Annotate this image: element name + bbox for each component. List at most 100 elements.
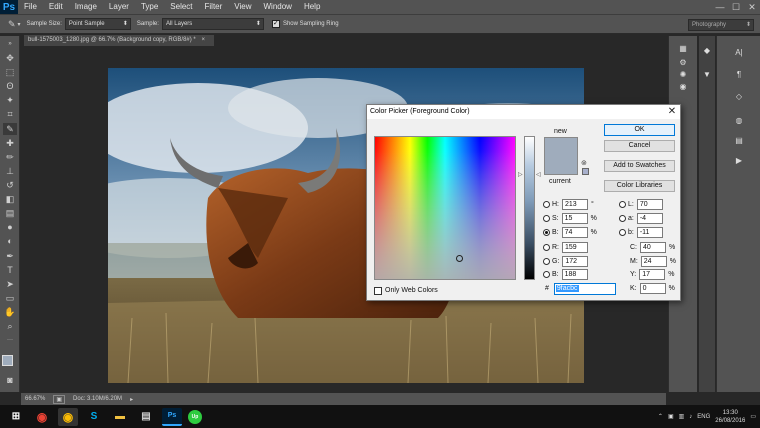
dialog-close-button[interactable]: ✕ [665,105,679,119]
menu-filter[interactable]: Filter [199,0,229,14]
color-libraries-button[interactable]: Color Libraries [604,180,675,192]
skype-icon[interactable]: S [84,408,104,426]
maximize-button[interactable]: ☐ [728,0,744,14]
status-menu-icon[interactable]: ▣ [53,394,66,404]
history-brush-tool-icon[interactable]: ↺ [3,179,17,191]
hand-tool-icon[interactable]: ✋ [3,306,17,318]
marquee-tool-icon[interactable]: ⬚ [3,66,17,78]
eyedropper-tool-preset-icon[interactable]: ✎ [8,19,16,30]
web-safe-warning-icon[interactable]: ⊚ [581,159,587,167]
navigator-panel-icon[interactable]: ▤ [733,136,745,146]
lightness-radio[interactable] [619,201,626,208]
info-panel-icon[interactable]: ◉ [677,82,689,92]
windows-start-icon[interactable]: ⊞ [6,408,26,426]
lasso-tool-icon[interactable]: ʘ [3,80,17,92]
minimize-button[interactable]: — [712,0,728,14]
menu-select[interactable]: Select [164,0,198,14]
only-web-colors-checkbox[interactable] [374,286,382,295]
tray-chevron-icon[interactable]: ⌃ [658,413,663,420]
sample-select[interactable]: All Layers ⬍ [161,18,264,30]
status-arrow-icon[interactable]: ▸ [130,396,133,403]
upwork-icon[interactable]: Up [188,409,202,424]
clone-stamp-tool-icon[interactable]: ⊥ [3,165,17,177]
red-radio[interactable] [543,244,550,251]
saturation-radio[interactable] [543,215,550,222]
brightness-radio[interactable] [543,229,550,236]
eraser-tool-icon[interactable]: ◧ [3,193,17,205]
hue-slider[interactable] [524,136,535,280]
add-to-swatches-button[interactable]: Add to Swatches [604,160,675,172]
tray-app-icon[interactable]: ▣ [668,413,674,420]
menu-file[interactable]: File [18,0,43,14]
comments-panel-icon[interactable]: ▼ [701,70,713,80]
yellow-field[interactable]: 17 [639,269,666,280]
workspace-select[interactable]: Photography ⬍ [688,19,754,31]
brush-tool-icon[interactable]: ✏ [3,151,17,163]
menu-type[interactable]: Type [135,0,164,14]
chrome-active-icon[interactable]: ◉ [58,407,78,426]
blue-field[interactable]: 188 [561,269,588,280]
b-channel-radio[interactable] [619,229,626,236]
cyan-field[interactable]: 40 [640,242,666,253]
red-field[interactable]: 159 [562,242,588,253]
zoom-tool-icon[interactable]: ⌕ [3,320,17,332]
channels-panel-icon[interactable]: ◇ [733,92,745,102]
notifications-icon[interactable]: ▭ [750,413,756,420]
b-channel-field[interactable]: -11 [636,227,663,238]
move-tool-icon[interactable]: ✥ [3,52,17,64]
zoom-level[interactable]: 66.67% [25,396,45,402]
menu-image[interactable]: Image [69,0,103,14]
color-field[interactable] [374,136,516,280]
close-tab-icon[interactable]: × [201,37,205,43]
sample-size-select[interactable]: Point Sample ⬍ [64,18,131,30]
saturation-field[interactable]: 15 [561,213,588,224]
history-panel-icon[interactable]: ▦ [677,44,689,54]
blue-radio[interactable] [543,271,550,278]
menu-help[interactable]: Help [298,0,326,14]
layers-panel-icon[interactable]: ◆ [701,46,713,56]
volume-icon[interactable]: ♪ [689,414,692,420]
a-channel-field[interactable]: -4 [636,213,663,224]
web-safe-color-swatch[interactable] [582,168,589,175]
character-panel-icon[interactable]: A| [733,48,745,58]
color-field-marker[interactable] [456,255,463,262]
menu-layer[interactable]: Layer [103,0,135,14]
crop-tool-icon[interactable]: ⌗ [3,108,17,120]
dodge-tool-icon[interactable]: ◐ [3,235,17,247]
slider-right-arrow-icon[interactable]: ◁ [536,171,541,178]
eyedropper-tool-icon[interactable]: ✎ [3,123,17,135]
foreground-color-swatch[interactable] [2,355,13,366]
clock[interactable]: 13:30 26/08/2016 [715,409,745,425]
lightness-field[interactable]: 70 [636,199,663,210]
healing-brush-tool-icon[interactable]: ✚ [3,137,17,149]
panel-collapse-icon[interactable]: » [3,38,17,50]
quick-mask-icon[interactable]: ◙ [3,374,17,386]
pen-tool-icon[interactable]: ✒ [3,250,17,262]
shape-tool-icon[interactable]: ▭ [3,292,17,304]
keyboard-language[interactable]: ENG [697,414,710,420]
paths-panel-icon[interactable]: ◍ [733,116,745,126]
paragraph-panel-icon[interactable]: ¶ [733,70,745,80]
blur-tool-icon[interactable]: ● [3,221,17,233]
close-button[interactable]: ✕ [744,0,760,14]
black-field[interactable]: 0 [639,283,666,294]
more-tools-icon[interactable]: ··· [3,334,17,346]
current-color-swatch[interactable] [545,156,577,174]
document-tab[interactable]: bull-1575003_1280.jpg @ 66.7% (Backgroun… [24,35,214,46]
preset-chevron-icon[interactable]: ▾ [18,21,21,28]
gradient-tool-icon[interactable]: ▤ [3,207,17,219]
show-sampling-ring-checkbox[interactable]: ✓ [271,20,280,28]
menu-window[interactable]: Window [258,0,298,14]
document-app-icon[interactable]: ▤ [136,408,156,426]
quick-select-tool-icon[interactable]: ✦ [3,94,17,106]
slider-left-arrow-icon[interactable]: ▷ [518,171,523,178]
chrome-icon[interactable]: ◉ [32,408,52,426]
brightness-panel-icon[interactable]: ✺ [677,70,689,80]
green-field[interactable]: 172 [562,256,589,267]
hue-radio[interactable] [543,201,550,208]
menu-edit[interactable]: Edit [43,0,69,14]
hue-field[interactable]: 213 [562,199,588,210]
brightness-field[interactable]: 74 [561,227,588,238]
adjustments-panel-icon[interactable]: ⚙ [677,58,689,68]
magenta-field[interactable]: 24 [640,256,667,267]
